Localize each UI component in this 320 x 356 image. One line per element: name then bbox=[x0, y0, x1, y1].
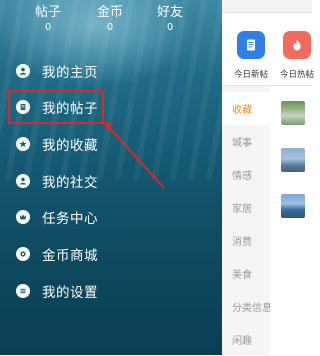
category-favorites[interactable]: 收藏 bbox=[222, 92, 270, 125]
friends-icon bbox=[16, 174, 30, 188]
category-label: 消费 bbox=[232, 237, 252, 248]
menu-item-my-homepage[interactable]: 我的主页 bbox=[0, 56, 222, 86]
menu-item-my-social[interactable]: 我的社交 bbox=[0, 166, 222, 196]
stat-posts[interactable]: 帖子 0 bbox=[18, 5, 78, 35]
category-label: 城事 bbox=[232, 138, 252, 149]
category-city[interactable]: 城事 bbox=[222, 125, 270, 158]
stat-coins-value: 0 bbox=[106, 22, 114, 33]
new-post-icon[interactable] bbox=[237, 31, 265, 59]
stat-posts-value: 0 bbox=[44, 22, 52, 33]
top-bar bbox=[222, 0, 312, 13]
menu-item-my-posts[interactable]: 我的帖子 bbox=[0, 92, 222, 122]
settings-icon bbox=[16, 284, 30, 298]
category-label: 美食 bbox=[232, 270, 252, 281]
quick-hot-posts-label[interactable]: 今日热帖 bbox=[280, 68, 314, 80]
category-emotion[interactable]: 情感 bbox=[222, 158, 270, 191]
post-thumbnail[interactable] bbox=[281, 148, 305, 172]
user-icon bbox=[16, 64, 30, 78]
menu-item-label: 我的设置 bbox=[42, 285, 98, 301]
category-label: 家居 bbox=[232, 204, 252, 215]
menu-item-label: 任务中心 bbox=[42, 211, 98, 227]
stat-friends-value: 0 bbox=[166, 22, 174, 33]
menu-item-label: 我的社交 bbox=[42, 175, 98, 191]
stat-coins[interactable]: 金币 0 bbox=[80, 5, 140, 35]
stat-posts-label: 帖子 bbox=[34, 5, 61, 20]
menu-item-label: 我的主页 bbox=[42, 65, 98, 81]
menu-item-coin-mall[interactable]: 金币商城 bbox=[0, 239, 222, 269]
category-list: 收藏 城事 情感 家居 消费 美食 分类信息 闲趣 bbox=[222, 86, 272, 356]
menu-item-label: 金币商城 bbox=[42, 248, 98, 264]
category-leisure[interactable]: 闲趣 bbox=[222, 323, 270, 356]
user-stats: 帖子 0 金币 0 好友 0 bbox=[0, 5, 222, 41]
category-food[interactable]: 美食 bbox=[222, 257, 270, 290]
crown-icon bbox=[16, 210, 30, 224]
category-classifieds[interactable]: 分类信息 bbox=[222, 290, 272, 323]
category-label: 闲趣 bbox=[232, 336, 252, 347]
category-home[interactable]: 家居 bbox=[222, 191, 270, 224]
fire-icon[interactable] bbox=[283, 31, 311, 59]
stat-coins-label: 金币 bbox=[96, 5, 123, 20]
menu-item-task-center[interactable]: 任务中心 bbox=[0, 202, 222, 232]
menu-item-label: 我的帖子 bbox=[42, 101, 98, 117]
coin-icon bbox=[16, 247, 30, 261]
main-content: 今日新帖 今日热帖 收藏 城事 情感 家居 消费 美食 分类信息 闲趣 bbox=[222, 0, 314, 356]
post-thumbnail[interactable] bbox=[281, 101, 305, 125]
category-label: 收藏 bbox=[232, 105, 252, 116]
quick-entries: 今日新帖 今日热帖 bbox=[222, 13, 314, 86]
menu-item-label: 我的收藏 bbox=[42, 138, 98, 154]
side-drawer: 帖子 0 金币 0 好友 0 我的主页 我的帖子 我的收藏 我的社交 任务中心 … bbox=[0, 0, 222, 355]
stat-friends[interactable]: 好友 0 bbox=[140, 5, 200, 35]
post-feed bbox=[270, 86, 312, 355]
category-consumer[interactable]: 消费 bbox=[222, 224, 270, 257]
menu-item-my-favorites[interactable]: 我的收藏 bbox=[0, 129, 222, 159]
star-icon bbox=[16, 137, 30, 151]
menu-item-my-settings[interactable]: 我的设置 bbox=[0, 276, 222, 306]
post-thumbnail[interactable] bbox=[281, 194, 305, 218]
stat-friends-label: 好友 bbox=[156, 5, 183, 20]
quick-new-posts-label[interactable]: 今日新帖 bbox=[234, 68, 268, 80]
category-label: 分类信息 bbox=[232, 303, 272, 314]
category-label: 情感 bbox=[232, 171, 252, 182]
document-icon bbox=[16, 100, 30, 114]
